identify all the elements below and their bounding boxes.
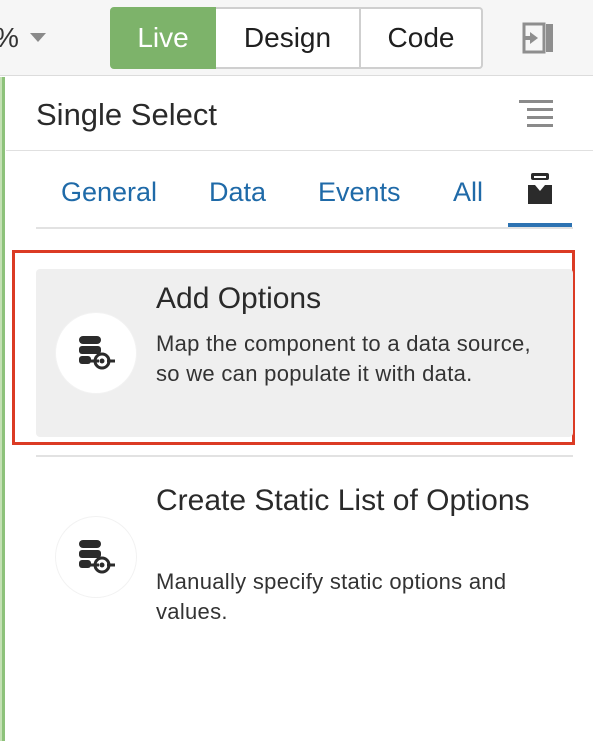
create-static-list-description: Manually specify static options and valu… [156,569,507,624]
tab-all[interactable]: All [453,177,483,208]
panel-collapse-icon[interactable] [520,20,556,56]
database-link-icon [79,336,115,370]
properties-panel: Single Select General Data Events All Ad… [6,77,593,741]
left-accent-rule [0,77,5,741]
live-mode-button[interactable]: Live [110,7,216,69]
card-icon-badge [56,517,136,597]
database-link-icon [79,540,115,574]
property-tabs: General Data Events All [36,163,573,229]
zoom-dropdown-caret-icon[interactable] [30,33,46,42]
tab-general[interactable]: General [61,177,157,208]
create-static-list-title: Create Static List of Options [156,484,530,517]
card-icon-badge [56,313,136,393]
data-binding-icon [528,173,552,204]
design-mode-button[interactable]: Design [216,7,361,69]
hamburger-menu-icon[interactable] [519,99,553,129]
tab-data[interactable]: Data [209,177,266,208]
add-options-description: Map the component to a data source, so w… [156,331,531,386]
add-options-card[interactable]: Add Options Map the component to a data … [36,269,573,437]
mode-switcher: Live Design Code [110,7,483,69]
tab-quick-start[interactable] [508,163,572,227]
add-options-title: Add Options [156,282,322,315]
zoom-level[interactable]: % [0,22,19,54]
tab-events[interactable]: Events [318,177,401,208]
top-toolbar: % Live Design Code [0,0,593,76]
create-static-list-card[interactable]: Create Static List of Options Manually s… [36,455,573,655]
code-mode-button[interactable]: Code [361,7,483,69]
panel-header: Single Select [6,77,593,151]
panel-title: Single Select [36,97,217,132]
